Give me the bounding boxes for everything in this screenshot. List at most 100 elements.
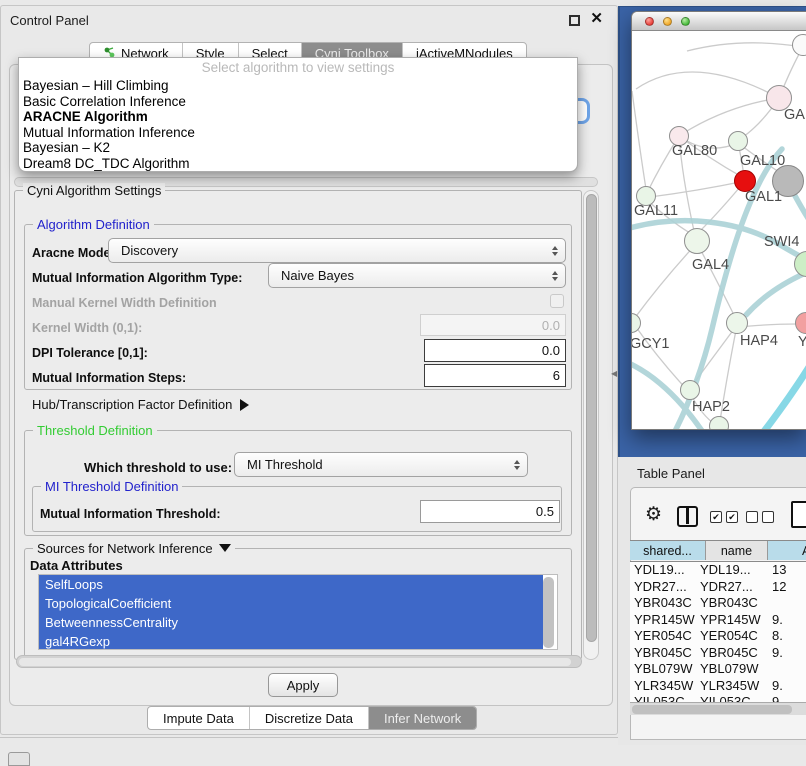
deselect-all-checkboxes-icon[interactable]	[746, 511, 774, 523]
panel-resize-handle[interactable]: ◀	[611, 369, 617, 378]
network-node[interactable]	[709, 416, 729, 429]
hub-definition-expander[interactable]: Hub/Transcription Factor Definition	[32, 397, 249, 412]
scrollbar-thumb[interactable]	[586, 194, 597, 642]
sources-expander[interactable]: Sources for Network Inference	[33, 541, 235, 556]
list-item[interactable]: gal4RGexp	[39, 632, 543, 650]
settings-gear-icon[interactable]: ⚙	[645, 504, 662, 526]
apply-button[interactable]: Apply	[268, 673, 338, 697]
cell[interactable]: 9.	[772, 678, 783, 695]
partial-button[interactable]	[8, 752, 30, 766]
cell[interactable]: YPR145W	[700, 612, 761, 629]
cell[interactable]: YIL053C	[634, 694, 685, 702]
dropdown-item[interactable]: Dream8 DC_TDC Algorithm	[19, 156, 577, 172]
cell[interactable]: YER054C	[700, 628, 758, 645]
cell[interactable]: YLR345W	[634, 678, 693, 695]
list-item[interactable]: TopologicalCoefficient	[39, 594, 543, 613]
table-row[interactable]: YBR045C YBR045C 9.	[630, 645, 806, 662]
kernel-width-field[interactable]: 0.0	[420, 314, 566, 336]
node-label: GAL80	[672, 143, 717, 159]
unchecked-box-icon	[762, 511, 774, 523]
table-header-row: shared... name A	[630, 540, 806, 562]
list-item[interactable]: BetweennessCentrality	[39, 613, 543, 632]
cell[interactable]: YBR043C	[700, 595, 758, 612]
aracne-mode-select[interactable]: Discovery	[108, 238, 566, 263]
network-node[interactable]	[728, 131, 748, 151]
cell[interactable]: YIL053C	[700, 694, 751, 702]
cyni-bottom-tabbar: Impute Data Discretize Data Infer Networ…	[147, 706, 477, 730]
cell[interactable]: YER054C	[634, 628, 692, 645]
cell[interactable]: 9.	[772, 694, 783, 702]
tab-infer-network[interactable]: Infer Network	[369, 707, 476, 729]
mi-threshold-field[interactable]: 0.5	[420, 500, 560, 523]
cell[interactable]: YLR345W	[700, 678, 759, 695]
file-icon[interactable]	[791, 501, 806, 528]
select-all-checkboxes-icon[interactable]: ✔ ✔	[710, 511, 738, 523]
column-header-truncated[interactable]: A	[768, 541, 806, 560]
close-icon[interactable]: ✕	[590, 11, 603, 26]
table-row[interactable]: YIL053C YIL053C 9.	[630, 694, 806, 702]
cell[interactable]: YDR27...	[700, 579, 753, 596]
list-scrollbar[interactable]	[543, 577, 554, 648]
settings-vertical-scrollbar[interactable]	[583, 190, 599, 660]
dropdown-item[interactable]: Bayesian – K2	[19, 140, 577, 156]
table-row[interactable]: YLR345W YLR345W 9.	[630, 678, 806, 695]
network-canvas[interactable]: GAL GAL80 GAL10 GAL1 GAL11 SWI4 GAL4 GCY…	[632, 31, 806, 429]
cell[interactable]: YDL19...	[700, 562, 751, 579]
settings-horizontal-scrollbar[interactable]	[16, 655, 582, 668]
cell[interactable]: YPR145W	[634, 612, 695, 629]
node-label: HAP2	[692, 399, 730, 415]
cell[interactable]: 9.	[772, 612, 783, 629]
sources-title: Sources for Network Inference	[37, 541, 213, 556]
mi-steps-field[interactable]: 6	[424, 364, 566, 387]
table-row[interactable]: YDR27... YDR27... 12	[630, 579, 806, 596]
dropdown-item[interactable]: Basic Correlation Inference	[19, 94, 577, 110]
dropdown-item[interactable]: Mutual Information Inference	[19, 125, 577, 141]
cell[interactable]: YBL079W	[634, 661, 693, 678]
cell[interactable]: YBR045C	[700, 645, 758, 662]
table-horizontal-scrollbar[interactable]	[630, 702, 806, 715]
column-header-shared-name[interactable]: shared...	[630, 541, 706, 560]
tab-discretize-data[interactable]: Discretize Data	[250, 707, 369, 729]
node-label: GCY1	[632, 336, 670, 352]
table-row[interactable]: YPR145W YPR145W 9.	[630, 612, 806, 629]
cell[interactable]: YDR27...	[634, 579, 687, 596]
cell[interactable]: YBR045C	[634, 645, 692, 662]
table-row[interactable]: YER054C YER054C 8.	[630, 628, 806, 645]
which-threshold-label: Which threshold to use:	[84, 460, 232, 475]
cell[interactable]: YBR043C	[634, 595, 692, 612]
network-window-titlebar[interactable]	[632, 12, 806, 31]
mi-type-select[interactable]: Naive Bayes	[268, 263, 566, 288]
tab-impute-data[interactable]: Impute Data	[148, 707, 250, 729]
network-node[interactable]	[684, 228, 710, 254]
network-node[interactable]	[680, 380, 700, 400]
node-label: HAP4	[740, 333, 778, 349]
scrollbar-thumb[interactable]	[632, 705, 792, 714]
cell[interactable]: YDL19...	[634, 562, 685, 579]
cell[interactable]: YBL079W	[700, 661, 759, 678]
table-row[interactable]: YDL19... YDL19... 13	[630, 562, 806, 579]
table-row[interactable]: YBL079W YBL079W	[630, 661, 806, 678]
network-node[interactable]	[726, 312, 748, 334]
table-row[interactable]: YBR043C YBR043C	[630, 595, 806, 612]
group-title: Algorithm Definition	[33, 217, 154, 232]
scrollbar-thumb[interactable]	[19, 658, 571, 666]
manual-kernel-checkbox[interactable]	[550, 294, 564, 308]
close-traffic-light-icon[interactable]	[645, 17, 654, 26]
node-label: GAL10	[740, 153, 785, 169]
column-header-name[interactable]: name	[706, 541, 768, 560]
stepper-arrows-icon	[552, 271, 558, 281]
dropdown-item-selected[interactable]: ARACNE Algorithm	[19, 109, 577, 125]
list-item[interactable]: SelfLoops	[39, 575, 543, 594]
cell[interactable]: 13	[772, 562, 786, 579]
table-body: YDL19... YDL19... 13 YDR27... YDR27... 12 YB…	[630, 562, 806, 702]
which-threshold-select[interactable]: MI Threshold	[234, 452, 528, 477]
float-window-icon[interactable]	[569, 15, 580, 26]
cell[interactable]: 9.	[772, 645, 783, 662]
minimize-traffic-light-icon[interactable]	[663, 17, 672, 26]
cell[interactable]: 12	[772, 579, 786, 596]
dpi-tolerance-field[interactable]: 0.0	[424, 339, 566, 362]
zoom-traffic-light-icon[interactable]	[681, 17, 690, 26]
column-layout-icon[interactable]	[677, 506, 698, 527]
cell[interactable]: 8.	[772, 628, 783, 645]
dropdown-item[interactable]: Bayesian – Hill Climbing	[19, 78, 577, 94]
